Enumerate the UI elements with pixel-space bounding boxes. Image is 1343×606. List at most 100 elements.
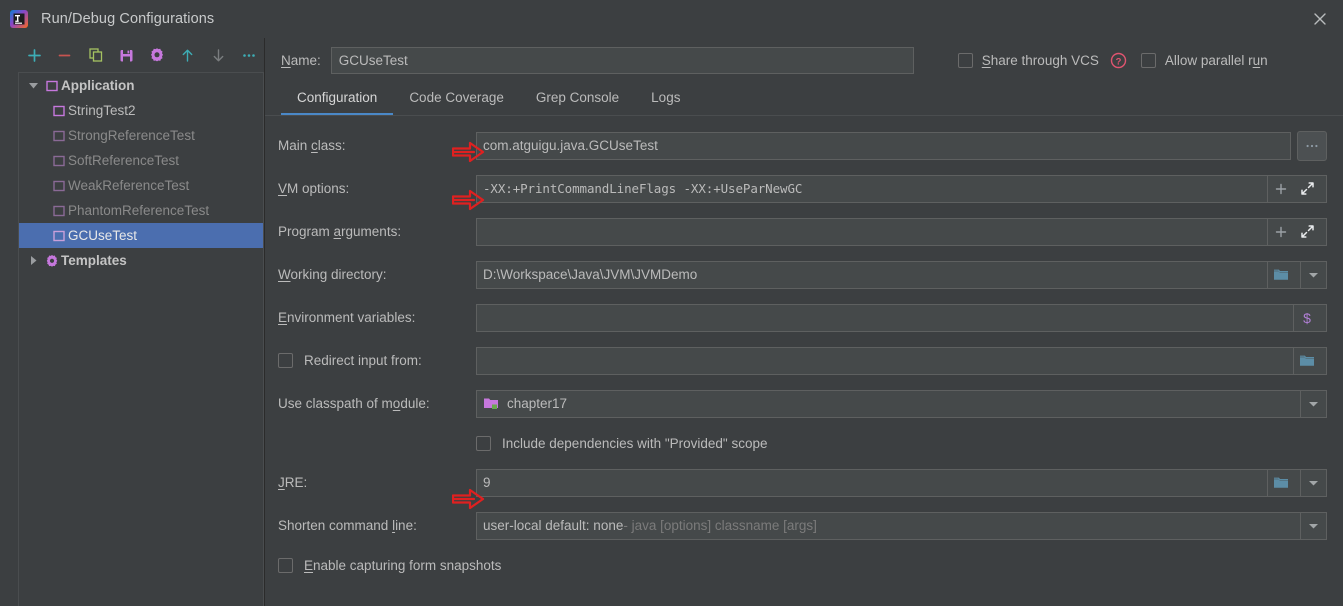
enable-capturing-label: Enable capturing form snapshots (304, 557, 502, 573)
help-button[interactable]: ? (1110, 52, 1127, 69)
shorten-command-line-field-wrap: user-local default: none - java [options… (476, 511, 1327, 540)
run-config-icon-icon (49, 205, 68, 217)
more-options-button[interactable] (233, 42, 264, 68)
shorten-command-line-hint: - java [options] classname [args] (623, 518, 817, 533)
enable-capturing-checkbox[interactable]: Enable capturing form snapshots (277, 547, 1327, 583)
vm-options-insert-macro-button[interactable] (1268, 176, 1294, 202)
arrow-up-icon (182, 49, 193, 62)
tree-node-weakreferencetest[interactable]: WeakReferenceTest (19, 173, 263, 198)
configuration-name-input[interactable] (330, 46, 914, 74)
run-config-icon-icon (49, 155, 68, 167)
minus-icon (59, 54, 71, 56)
redirect-input-path-input[interactable] (476, 346, 1294, 375)
tree-node-label: WeakReferenceTest (68, 178, 190, 193)
vm-options-icons (1268, 174, 1327, 203)
program-arguments-expand-button[interactable] (1294, 219, 1320, 245)
intellij-idea-logo-icon (9, 9, 29, 29)
jre-dropdown-button[interactable] (1301, 468, 1327, 497)
move-up-button[interactable] (172, 42, 203, 68)
tab-label: Logs (651, 89, 681, 105)
shorten-command-line-dropdown-button[interactable] (1301, 511, 1327, 540)
main-class-label: Main class: (278, 138, 346, 153)
tab-logs[interactable]: Logs (635, 82, 696, 112)
environment-variables-row: Environment variables: $ (277, 296, 1327, 339)
classpath-module-dropdown-button[interactable] (1301, 389, 1327, 418)
expand-icon (1300, 225, 1314, 238)
classpath-module-combo[interactable]: chapter17 (476, 389, 1301, 418)
jre-row: JRE: 9 (277, 461, 1327, 504)
tree-node-strongreferencetest[interactable]: StrongReferenceTest (19, 123, 263, 148)
jre-browse-button[interactable] (1268, 470, 1294, 496)
tab-configuration[interactable]: Configuration (281, 82, 394, 116)
environment-variables-browse-button[interactable]: $ (1294, 305, 1320, 331)
tree-node-templates[interactable]: Templates (19, 248, 263, 273)
run-config-icon-icon (49, 105, 68, 117)
application-folder-icon-icon (42, 80, 61, 92)
tree-node-stringtest2[interactable]: StringTest2 (19, 98, 263, 123)
tree-node-phantomreferencetest[interactable]: PhantomReferenceTest (19, 198, 263, 223)
environment-variables-input[interactable] (476, 303, 1294, 332)
main-class-field-wrap: com.atguigu.java.GCUseTest (476, 130, 1327, 161)
tree-node-gcusetest[interactable]: GCUseTest (19, 223, 263, 248)
chevron-down-icon (1309, 523, 1318, 528)
vm-options-expand-button[interactable] (1294, 176, 1320, 202)
allow-parallel-checkbox-box (1140, 52, 1156, 68)
tab-label: Configuration (297, 89, 378, 105)
tree-node-label: StrongReferenceTest (68, 128, 195, 143)
program-arguments-icons (1268, 217, 1327, 246)
run-config-icon-icon (49, 130, 68, 142)
chevron-down-icon (1309, 272, 1318, 277)
remove-configuration-button[interactable] (50, 42, 81, 68)
classpath-module-label: Use classpath of module: (278, 396, 430, 411)
folder-icon (1274, 269, 1288, 280)
twisty-expanded-icon[interactable] (25, 81, 42, 90)
move-down-button[interactable] (203, 42, 234, 68)
close-icon (1314, 13, 1326, 25)
configurations-tree: Application StringTest2 StrongReferenceTes… (18, 72, 264, 606)
templates-gear-icon-icon (42, 254, 61, 268)
shorten-command-line-row: Shorten command line: user-local default… (277, 504, 1327, 547)
configurations-toolbar (0, 38, 264, 72)
main-class-browse-button[interactable] (1297, 130, 1327, 161)
close-window-button[interactable] (1297, 0, 1343, 38)
configuration-editor-panel: Name: Share through VCS ? (265, 38, 1343, 606)
redirect-input-browse-button[interactable] (1294, 348, 1320, 374)
main-class-input[interactable]: com.atguigu.java.GCUseTest (476, 131, 1291, 160)
tree-node-label: StringTest2 (68, 103, 136, 118)
working-directory-field-wrap: D:\Workspace\Java\JVM\JVMDemo (476, 260, 1327, 289)
classpath-module-field-wrap: chapter17 (476, 389, 1327, 418)
shorten-command-line-combo[interactable]: user-local default: none - java [options… (476, 511, 1301, 540)
copy-icon (88, 48, 102, 62)
tree-node-application[interactable]: Application (19, 73, 263, 98)
redirect-input-row: Redirect input from: (277, 339, 1327, 382)
add-configuration-button[interactable] (19, 42, 50, 68)
run-config-icon-icon (49, 180, 68, 192)
jre-input[interactable]: 9 (476, 468, 1268, 497)
tab-grep-console[interactable]: Grep Console (520, 82, 635, 112)
redirect-input-field-wrap (476, 346, 1327, 375)
program-arguments-insert-macro-button[interactable] (1268, 219, 1294, 245)
working-directory-dropdown-button[interactable] (1301, 260, 1327, 289)
program-arguments-input[interactable] (476, 217, 1268, 246)
redirect-input-checkbox[interactable]: Redirect input from: (277, 353, 476, 368)
tree-node-label: PhantomReferenceTest (68, 203, 210, 218)
tab-code-coverage[interactable]: Code Coverage (393, 82, 520, 112)
editor-tabs: Configuration Code Coverage Grep Console Lo… (265, 82, 1343, 116)
working-directory-input[interactable]: D:\Workspace\Java\JVM\JVMDemo (476, 260, 1268, 289)
main-class-row: Main class: com.atguigu.java.GCUseTest (277, 124, 1327, 167)
working-directory-row: Working directory: D:\Workspace\Java\JVM… (277, 253, 1327, 296)
jre-label: JRE: (278, 475, 308, 490)
working-directory-browse-button[interactable] (1268, 262, 1294, 288)
save-configuration-button[interactable] (111, 42, 142, 68)
share-through-vcs-checkbox[interactable]: Share through VCS (957, 52, 1099, 68)
tree-node-softreferencetest[interactable]: SoftReferenceTest (19, 148, 263, 173)
vm-options-input[interactable]: -XX:+PrintCommandLineFlags -XX:+UseParNe… (476, 174, 1268, 203)
include-provided-checkbox[interactable]: Include dependencies with "Provided" sco… (277, 425, 1327, 461)
allow-parallel-run-checkbox[interactable]: Allow parallel run (1140, 52, 1268, 68)
twisty-collapsed-icon[interactable] (25, 255, 42, 266)
chevron-down-icon (1309, 480, 1318, 485)
edit-templates-button[interactable] (142, 42, 173, 68)
program-arguments-label: Program arguments: (278, 224, 402, 239)
copy-configuration-button[interactable] (80, 42, 111, 68)
working-directory-icons (1268, 260, 1301, 289)
